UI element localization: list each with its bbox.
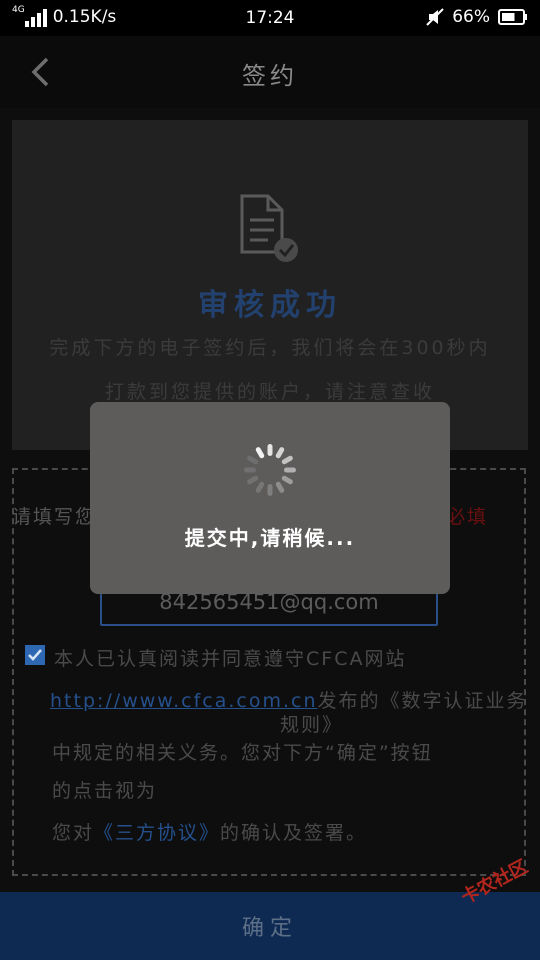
cfca-link[interactable]: http://www.cfca.com.cn bbox=[50, 690, 318, 712]
document-check-icon bbox=[240, 194, 298, 262]
page-title: 签约 bbox=[242, 62, 298, 90]
nav-bar: 签约 bbox=[0, 36, 540, 108]
check-icon bbox=[28, 649, 42, 661]
loading-dialog: 提交中,请稍候... bbox=[90, 402, 450, 594]
description-line: 完成下方的电子签约后，我们将会在300秒内 bbox=[49, 337, 491, 359]
success-title: 审核成功 bbox=[198, 288, 342, 323]
agreement-line: 发布的《数字认证业务 bbox=[317, 690, 528, 712]
agreement-line: 本人已认真阅读并同意遵守CFCA网站 bbox=[54, 648, 407, 670]
tripartite-agreement-link[interactable]: 《三方协议》 bbox=[94, 822, 220, 844]
agreement-line: 您对 bbox=[52, 822, 95, 844]
status-bar: 4G 0.15K/s 17:24 66% bbox=[0, 0, 540, 36]
agreement-line: 规则》 bbox=[280, 714, 344, 736]
agreement-line: 的确认及签署。 bbox=[220, 822, 368, 844]
battery-icon bbox=[498, 9, 527, 25]
loading-text: 提交中,请稍候... bbox=[184, 526, 356, 550]
review-result-card: 审核成功 完成下方的电子签约后，我们将会在300秒内 打款到您提供的账户，请注意… bbox=[12, 120, 528, 450]
battery-percent: 66% bbox=[452, 7, 490, 27]
loading-spinner-icon bbox=[244, 444, 296, 496]
required-label: 必填 bbox=[446, 506, 489, 528]
success-description: 完成下方的电子签约后，我们将会在300秒内 打款到您提供的账户，请注意查收 bbox=[34, 326, 506, 414]
mute-icon bbox=[426, 8, 444, 26]
agreement-line: 的点击视为 bbox=[52, 780, 158, 802]
agree-checkbox[interactable] bbox=[25, 645, 45, 665]
confirm-button[interactable]: 确定 bbox=[0, 892, 540, 960]
fill-hint-label: 请填写您 bbox=[12, 506, 97, 528]
agreement-line: 中规定的相关义务。您对下方“确定”按钮 bbox=[52, 742, 433, 764]
